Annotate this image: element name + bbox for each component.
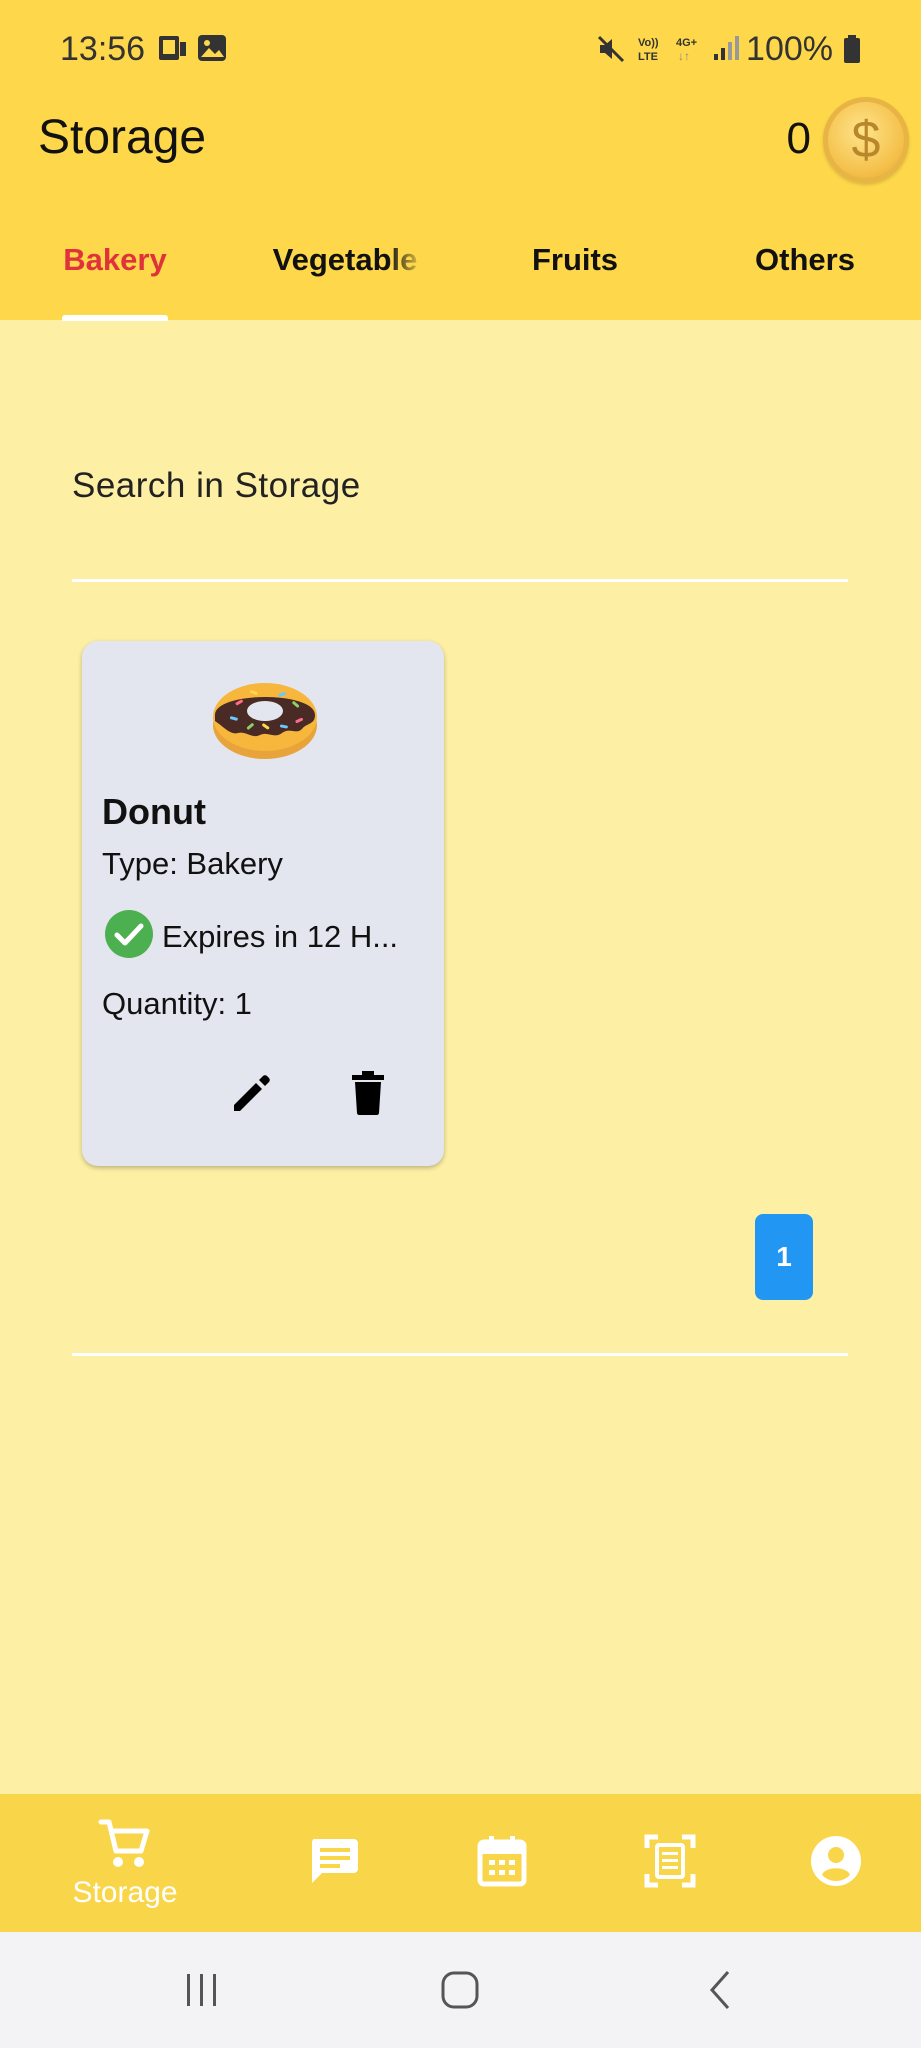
donut-icon: [210, 673, 320, 763]
item-name: Donut: [102, 791, 206, 832]
item-expiry-text: Expires in 12 H...: [162, 918, 399, 954]
mute-icon: [596, 34, 626, 69]
coin-count: 0: [786, 114, 811, 163]
status-bar: 13:56 Vo)) LTE 4G+ ↓↑ 100%: [0, 0, 921, 100]
item-quantity: Quantity: 1: [102, 986, 252, 1021]
item-card[interactable]: Donut Type: Bakery Expires in 12 H... Qu…: [82, 641, 444, 1166]
home-icon[interactable]: [438, 1968, 482, 2017]
phone-sync-icon: [156, 32, 190, 71]
cart-icon: [97, 1817, 153, 1874]
tab-bakery[interactable]: Bakery: [0, 242, 230, 278]
edit-icon[interactable]: [224, 1065, 280, 1121]
nav-calendar[interactable]: [452, 1794, 552, 1932]
category-tabs: Bakery Vegetable Fruits Others: [0, 230, 921, 320]
svg-text:4G+: 4G+: [676, 37, 697, 49]
search-input[interactable]: Search in Storage: [72, 466, 361, 506]
back-icon[interactable]: [700, 1968, 740, 2017]
tab-vegetable-label: Vegetable: [272, 242, 418, 277]
chat-icon: [308, 1835, 360, 1892]
bottom-navigation: Storage: [0, 1794, 921, 1932]
system-navigation: [0, 1932, 921, 2048]
page-title: Storage: [38, 111, 207, 164]
battery-percent: 100%: [746, 30, 833, 68]
app-header: 13:56 Vo)) LTE 4G+ ↓↑ 100% Storage 0 $ Bak…: [0, 0, 921, 321]
search-underline: [72, 579, 848, 582]
tab-vegetable[interactable]: Vegetable: [230, 242, 460, 278]
active-tab-indicator: [62, 315, 168, 321]
page-button[interactable]: 1: [755, 1214, 813, 1300]
nav-chat[interactable]: [284, 1794, 384, 1932]
nav-storage-label: Storage: [72, 1875, 178, 1909]
nav-storage[interactable]: Storage: [50, 1794, 200, 1932]
tab-fruits[interactable]: Fruits: [460, 242, 690, 278]
account-icon: [810, 1835, 862, 1892]
volte-icon: Vo)) LTE: [636, 34, 670, 69]
nav-scan[interactable]: [620, 1794, 720, 1932]
check-circle-icon: [104, 909, 154, 964]
svg-text:LTE: LTE: [638, 51, 658, 63]
status-time: 13:56: [60, 30, 146, 68]
tab-others[interactable]: Others: [690, 242, 920, 278]
delete-icon[interactable]: [340, 1065, 396, 1121]
coin-icon[interactable]: $: [823, 97, 909, 183]
coin-symbol: $: [851, 111, 881, 169]
battery-icon: [842, 34, 862, 69]
nav-account[interactable]: [786, 1794, 886, 1932]
svg-text:↓↑: ↓↑: [678, 49, 690, 63]
svg-text:Vo)): Vo)): [638, 37, 659, 49]
calendar-icon: [477, 1834, 527, 1893]
recent-apps-icon[interactable]: [182, 1970, 222, 2015]
4g-icon: 4G+ ↓↑: [674, 34, 708, 69]
scan-icon: [644, 1834, 696, 1893]
item-type: Type: Bakery: [102, 846, 283, 881]
item-expiry: Expires in 12 H...: [104, 909, 398, 964]
signal-icon: [712, 34, 742, 67]
image-icon: [196, 32, 228, 69]
list-bottom-divider: [72, 1353, 848, 1356]
